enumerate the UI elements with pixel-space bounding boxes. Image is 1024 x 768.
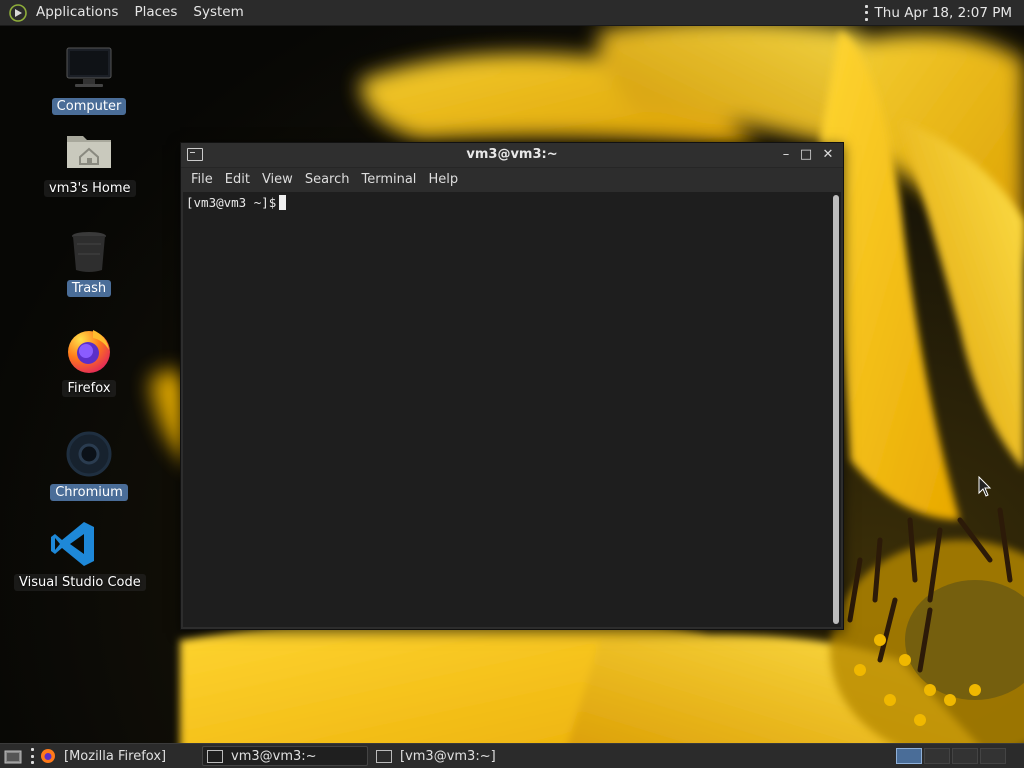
desktop-icon-computer[interactable]: Computer [50,44,128,115]
menu-help[interactable]: Help [422,168,464,192]
mouse-pointer-icon [978,476,992,497]
top-panel: Applications Places System Thu Apr 18, 2… [0,0,1024,26]
places-menu[interactable]: Places [126,0,185,25]
desktop-icon-label: vm3's Home [44,180,136,197]
text-cursor [279,195,287,210]
applications-menu[interactable]: Applications [28,0,126,25]
close-button[interactable]: ✕ [819,146,837,164]
clock[interactable]: Thu Apr 18, 2:07 PM [869,5,1024,21]
menu-view[interactable]: View [256,168,299,192]
trash-icon [72,232,106,272]
desktop-icon-vscode[interactable]: Visual Studio Code [14,520,146,591]
top-panel-right: Thu Apr 18, 2:07 PM [861,0,1024,25]
applications-logo-icon[interactable] [8,3,28,23]
taskbar-item-label: [vm3@vm3:~] [400,748,496,764]
bottom-panel: [Mozilla Firefox] vm3@vm3:~ [vm3@vm3:~] [0,743,1024,768]
desktop-icon-trash[interactable]: Trash [50,226,128,297]
chromium-icon [66,431,112,477]
firefox-icon [68,330,110,373]
vscode-icon [51,522,94,566]
taskbar-item-label: vm3@vm3:~ [231,748,317,764]
taskbar-item-terminal[interactable]: vm3@vm3:~ [202,746,368,766]
terminal-menubar: File Edit View Search Terminal Help [181,168,843,192]
desktop-icon-home[interactable]: vm3's Home [44,126,136,197]
taskbar-item-label: [Mozilla Firefox] [64,748,167,764]
taskbar-item-terminal-2[interactable]: [vm3@vm3:~] [372,746,538,766]
window-titlebar[interactable]: vm3@vm3:~ – □ ✕ [181,143,843,168]
desktop-icon-label: Chromium [50,484,128,501]
desktop-icon-label: Computer [51,98,127,115]
computer-icon [66,47,112,87]
terminal-output[interactable]: [vm3@vm3 ~]$ [183,192,841,627]
terminal-icon [207,749,223,763]
desktop-icon-chromium[interactable]: Chromium [34,430,144,501]
workspace-switcher-3[interactable] [952,748,978,764]
top-menu: Applications Places System [28,0,252,25]
workspace-switcher-4[interactable] [980,748,1006,764]
workspace-switcher-1[interactable] [896,748,922,764]
firefox-icon [41,749,55,763]
taskbar-handle-icon[interactable] [31,748,35,764]
shell-prompt: [vm3@vm3 ~]$ [186,195,277,210]
terminal-icon [376,749,392,763]
desktop-icon-label: Trash [66,280,112,297]
desktop-icon-label: Visual Studio Code [14,574,146,591]
menu-search[interactable]: Search [299,168,356,192]
workspace-switcher-2[interactable] [924,748,950,764]
scrollbar[interactable] [833,195,839,624]
taskbar-item-firefox[interactable]: [Mozilla Firefox] [36,746,198,766]
minimize-button[interactable]: – [777,146,795,164]
show-desktop-icon[interactable] [4,747,22,765]
desktop-icon-firefox[interactable]: Firefox [50,326,128,397]
menu-terminal[interactable]: Terminal [355,168,422,192]
desktop-icon-label: Firefox [62,380,116,397]
scrollbar-thumb[interactable] [833,195,839,624]
terminal-window[interactable]: vm3@vm3:~ – □ ✕ File Edit View Search Te… [180,142,844,630]
prompt-line: [vm3@vm3 ~]$ [186,195,287,210]
home-folder-icon [67,136,111,168]
system-menu[interactable]: System [185,0,251,25]
window-title: vm3@vm3:~ [466,147,558,162]
menu-edit[interactable]: Edit [219,168,256,192]
maximize-button[interactable]: □ [797,146,815,164]
menu-file[interactable]: File [185,168,219,192]
